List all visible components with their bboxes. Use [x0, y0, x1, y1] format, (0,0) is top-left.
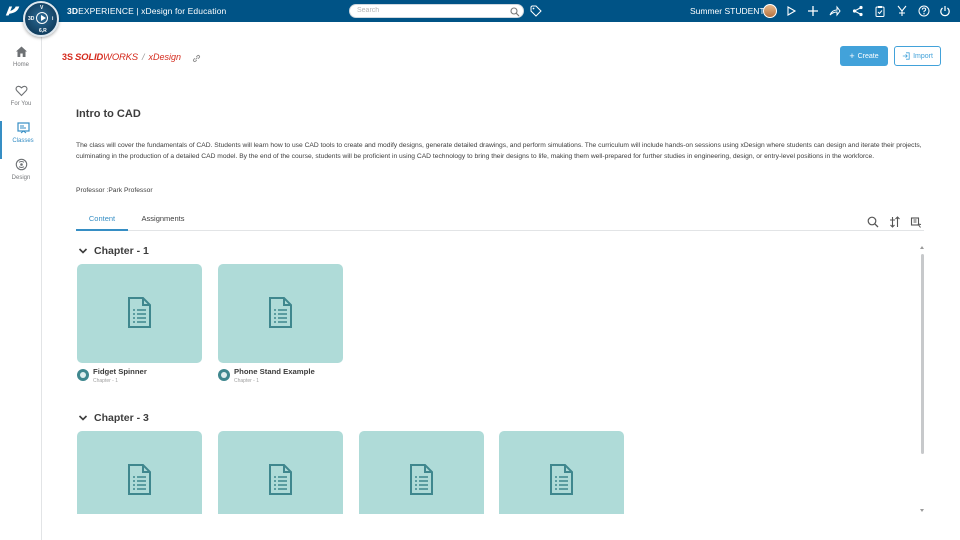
scroll-up-icon[interactable]: [920, 246, 924, 249]
document-icon: [550, 464, 573, 495]
left-nav: Home For You Classes Design: [0, 22, 42, 540]
nav-item-for-you[interactable]: For You: [0, 84, 42, 122]
sort-icon[interactable]: [889, 216, 901, 228]
document-icon: [269, 464, 292, 495]
search-input[interactable]: [357, 7, 507, 14]
search-icon[interactable]: [510, 7, 520, 17]
scroll-down-icon[interactable]: [920, 509, 924, 512]
plus-icon: +: [849, 50, 855, 61]
heart-icon: [15, 85, 28, 97]
document-icon: [128, 297, 151, 328]
part-icon: [77, 369, 89, 381]
username[interactable]: Summer STUDENT: [690, 6, 765, 16]
tag-icon[interactable]: [530, 5, 542, 17]
professor-label: Professor :Park Professor: [76, 187, 153, 194]
part-icon: [218, 369, 230, 381]
community-icon[interactable]: [895, 4, 909, 18]
card-thumbnail[interactable]: [77, 264, 202, 363]
solidworks-xdesign-logo[interactable]: 3S SOLIDWORKS / xDesign: [62, 50, 181, 64]
app-title: 3DEXPERIENCE | xDesign for Education: [67, 6, 227, 16]
import-button[interactable]: Import: [894, 46, 941, 66]
view-options-icon[interactable]: [910, 216, 922, 228]
document-icon: [269, 297, 292, 328]
tab-bar: Content Assignments: [76, 213, 924, 231]
clipboard-icon[interactable]: [873, 4, 887, 18]
design-icon: [15, 158, 28, 171]
search-icon[interactable]: [867, 216, 879, 228]
scrollbar[interactable]: [920, 246, 925, 512]
nav-item-classes[interactable]: Classes: [0, 121, 42, 159]
nav-item-home[interactable]: Home: [0, 45, 42, 83]
card-title[interactable]: Phone Stand Example: [234, 367, 315, 376]
page-title: Intro to CAD: [76, 108, 141, 120]
avatar[interactable]: [763, 4, 777, 18]
tab-assignments[interactable]: Assignments: [136, 213, 190, 231]
help-icon[interactable]: [917, 4, 931, 18]
document-icon: [128, 464, 151, 495]
create-button[interactable]: + Create: [840, 46, 888, 66]
card-title[interactable]: Fidget Spinner: [93, 367, 147, 376]
content-card[interactable]: [77, 431, 202, 514]
scrollbar-thumb[interactable]: [921, 254, 924, 454]
import-icon: [902, 52, 910, 60]
link-icon[interactable]: [192, 54, 201, 63]
content-card[interactable]: [218, 431, 343, 514]
nav-item-design[interactable]: Design: [0, 158, 42, 196]
play-icon[interactable]: [784, 4, 798, 18]
top-bar: 3DEXPERIENCE | xDesign for Education Sum…: [0, 0, 960, 22]
card-subtitle: Chapter - 1: [234, 378, 260, 384]
chapter-header[interactable]: Chapter - 1: [78, 244, 149, 258]
tab-content[interactable]: Content: [76, 213, 128, 231]
card-thumbnail[interactable]: [218, 264, 343, 363]
chevron-down-icon[interactable]: [78, 246, 88, 256]
chevron-down-icon[interactable]: [78, 413, 88, 423]
share-arrow-icon[interactable]: [828, 4, 842, 18]
compass-play-icon: [36, 12, 48, 24]
chapter-header[interactable]: Chapter - 3: [78, 411, 149, 425]
content-card[interactable]: [499, 431, 624, 514]
share-network-icon[interactable]: [851, 4, 865, 18]
dassault-logo-icon[interactable]: [4, 3, 22, 19]
content-area: Chapter - 1 Fidget Spinner Chapter - 1 P…: [70, 240, 916, 514]
classes-icon: [17, 122, 30, 134]
card-thumbnail[interactable]: [359, 431, 484, 514]
document-icon: [410, 464, 433, 495]
content-card[interactable]: [359, 431, 484, 514]
home-icon: [16, 46, 27, 57]
course-description: The class will cover the fundamentals of…: [76, 142, 922, 160]
content-card[interactable]: Phone Stand Example Chapter - 1: [218, 264, 343, 384]
search-box[interactable]: [349, 4, 524, 18]
power-icon[interactable]: [938, 4, 952, 18]
card-thumbnail[interactable]: [499, 431, 624, 514]
compass-icon[interactable]: 3D V i 6,R: [23, 1, 59, 37]
content-card[interactable]: Fidget Spinner Chapter - 1: [77, 264, 202, 384]
card-thumbnail[interactable]: [77, 431, 202, 514]
plus-icon[interactable]: [806, 4, 820, 18]
card-subtitle: Chapter - 1: [93, 378, 119, 384]
card-thumbnail[interactable]: [218, 431, 343, 514]
